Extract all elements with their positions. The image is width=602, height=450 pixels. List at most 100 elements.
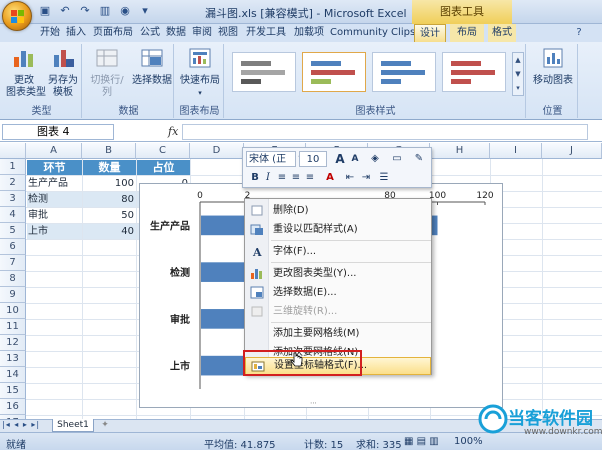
decrease-indent-icon[interactable]: ⇤ (343, 170, 357, 186)
view-buttons-icon[interactable]: ▦ ▤ ▥ (404, 436, 439, 447)
row-header-2[interactable]: 2 (0, 175, 26, 191)
tab-page-layout[interactable]: 页面布局 (90, 24, 136, 42)
menu-item-reset-style[interactable]: 重设以匹配样式(A) (245, 220, 431, 239)
tab-insert[interactable]: 插入 (64, 24, 88, 42)
col-header-j[interactable]: J (542, 143, 602, 159)
row-header-4[interactable]: 4 (0, 207, 26, 223)
tab-design[interactable]: 设计 (414, 24, 446, 42)
align-left-icon[interactable]: ≡ (275, 170, 289, 186)
office-button[interactable] (2, 1, 32, 31)
chart-style-3[interactable] (372, 52, 436, 92)
cell-a2[interactable]: 生产产品 (28, 176, 82, 192)
qat-more-icon[interactable]: ▾ (138, 4, 152, 18)
tab-layout[interactable]: 布局 (450, 24, 484, 42)
chart-style-4[interactable] (442, 52, 506, 92)
quick-layout-icon (189, 48, 211, 68)
row-header-15[interactable]: 15 (0, 383, 26, 399)
shrink-font-button[interactable]: A (348, 151, 362, 167)
cell-a3[interactable]: 检测 (27, 192, 82, 208)
row-header-8[interactable]: 8 (0, 271, 26, 287)
redo-icon[interactable]: ↷ (78, 4, 92, 18)
tab-home[interactable]: 开始 (38, 24, 62, 42)
sheet-tab-sheet1[interactable]: Sheet1 (52, 419, 94, 432)
outline-color-icon[interactable]: ▭ (389, 151, 405, 167)
col-header-c[interactable]: C (136, 143, 190, 159)
cell-b3[interactable]: 80 (83, 192, 136, 208)
fill-color-icon[interactable]: ◈ (367, 151, 383, 167)
align-center-icon[interactable]: ≡ (289, 170, 303, 186)
cell-b4[interactable]: 50 (83, 208, 134, 224)
align-right-icon[interactable]: ≡ (303, 170, 317, 186)
col-header-b[interactable]: B (82, 143, 136, 159)
row-header-1[interactable]: 1 (0, 159, 26, 175)
menu-item-3d-rotate[interactable]: 三维旋转(R)... (245, 302, 431, 321)
chart-icon[interactable]: ▥ (98, 4, 112, 18)
row-header-13[interactable]: 13 (0, 351, 26, 367)
tab-developer[interactable]: 开发工具 (244, 24, 288, 42)
bold-button[interactable]: B (248, 170, 262, 186)
svg-text:A: A (252, 246, 262, 258)
font-name-select[interactable]: 宋体 (正 (246, 151, 296, 167)
menu-item-select-data[interactable]: 选择数据(E)... (245, 283, 431, 302)
menu-item-delete[interactable]: 删除(D) (245, 201, 431, 220)
header-cell-placeholder[interactable]: 占位 (137, 160, 190, 176)
tab-review[interactable]: 审阅 (190, 24, 214, 42)
row-header-16[interactable]: 16 (0, 399, 26, 415)
quick-layout-button[interactable]: 快速布局 ▾ (178, 47, 222, 99)
header-cell-stage[interactable]: 环节 (27, 160, 82, 176)
fx-icon[interactable]: fx (168, 125, 178, 138)
menu-item-change-chart-type[interactable]: 更改图表类型(Y)... (245, 264, 431, 283)
row-header-6[interactable]: 6 (0, 239, 26, 255)
font-color-icon[interactable]: A (323, 170, 337, 186)
save-icon[interactable]: ▣ (38, 4, 52, 18)
tab-addins[interactable]: 加载项 (292, 24, 326, 42)
font-size-select[interactable]: 10 (299, 151, 327, 167)
col-header-d[interactable]: D (190, 143, 244, 159)
italic-button[interactable]: I (262, 170, 274, 186)
group-layouts-label: 图表布局 (179, 106, 220, 117)
cell-b2[interactable]: 100 (83, 176, 134, 192)
cell-a5[interactable]: 上市 (27, 224, 82, 240)
row-header-9[interactable]: 9 (0, 287, 26, 303)
tab-format[interactable]: 格式 (488, 24, 516, 42)
tab-data[interactable]: 数据 (164, 24, 188, 42)
cell-b5[interactable]: 40 (83, 224, 136, 240)
format-painter-icon[interactable]: ✎ (411, 151, 427, 167)
help-icon[interactable]: ? (572, 24, 586, 42)
name-box[interactable]: 图表 4 (2, 124, 114, 140)
save-template-button[interactable]: 另存为 模板 (46, 47, 80, 99)
col-header-a[interactable]: A (26, 143, 82, 159)
row-header-11[interactable]: 11 (0, 319, 26, 335)
tab-formulas[interactable]: 公式 (138, 24, 162, 42)
increase-indent-icon[interactable]: ⇥ (359, 170, 373, 186)
tab-community-clips[interactable]: Community Clips (330, 24, 415, 42)
select-data-button[interactable]: 选择数据 (132, 47, 172, 87)
row-header-5[interactable]: 5 (0, 223, 26, 239)
col-header-h[interactable]: H (430, 143, 490, 159)
change-chart-type-button[interactable]: 更改 图表类型 (6, 47, 46, 99)
row-header-3[interactable]: 3 (0, 191, 26, 207)
bullets-icon[interactable]: ☰ (377, 170, 391, 186)
col-header-i[interactable]: I (490, 143, 542, 159)
chart-style-1[interactable] (232, 52, 296, 92)
undo-icon[interactable]: ↶ (58, 4, 72, 18)
switch-row-col-button[interactable]: 切换行/列 (86, 47, 128, 99)
formula-input[interactable] (182, 124, 588, 140)
tab-view[interactable]: 视图 (216, 24, 240, 42)
menu-item-add-major-gridlines[interactable]: 添加主要网格线(M) (245, 324, 431, 343)
zoom-icon[interactable]: ◉ (118, 4, 132, 18)
row-header-7[interactable]: 7 (0, 255, 26, 271)
grow-font-button[interactable]: A (333, 151, 347, 167)
styles-gallery-scroll[interactable]: ▲ ▼ ▾ (512, 52, 524, 96)
row-header-10[interactable]: 10 (0, 303, 26, 319)
move-chart-button[interactable]: 移动图表 (530, 47, 576, 87)
sheet-nav-arrows-icon[interactable]: |◂ ◂ ▸ ▸| (2, 420, 40, 429)
insert-sheet-icon[interactable]: ✦ (97, 420, 113, 431)
menu-item-font[interactable]: A 字体(F)... (245, 242, 431, 261)
chart-style-2[interactable] (302, 52, 366, 92)
row-header-12[interactable]: 12 (0, 335, 26, 351)
cell-a4[interactable]: 审批 (28, 208, 82, 224)
row-header-14[interactable]: 14 (0, 367, 26, 383)
select-all-corner[interactable] (0, 143, 26, 159)
header-cell-qty[interactable]: 数量 (83, 160, 136, 176)
